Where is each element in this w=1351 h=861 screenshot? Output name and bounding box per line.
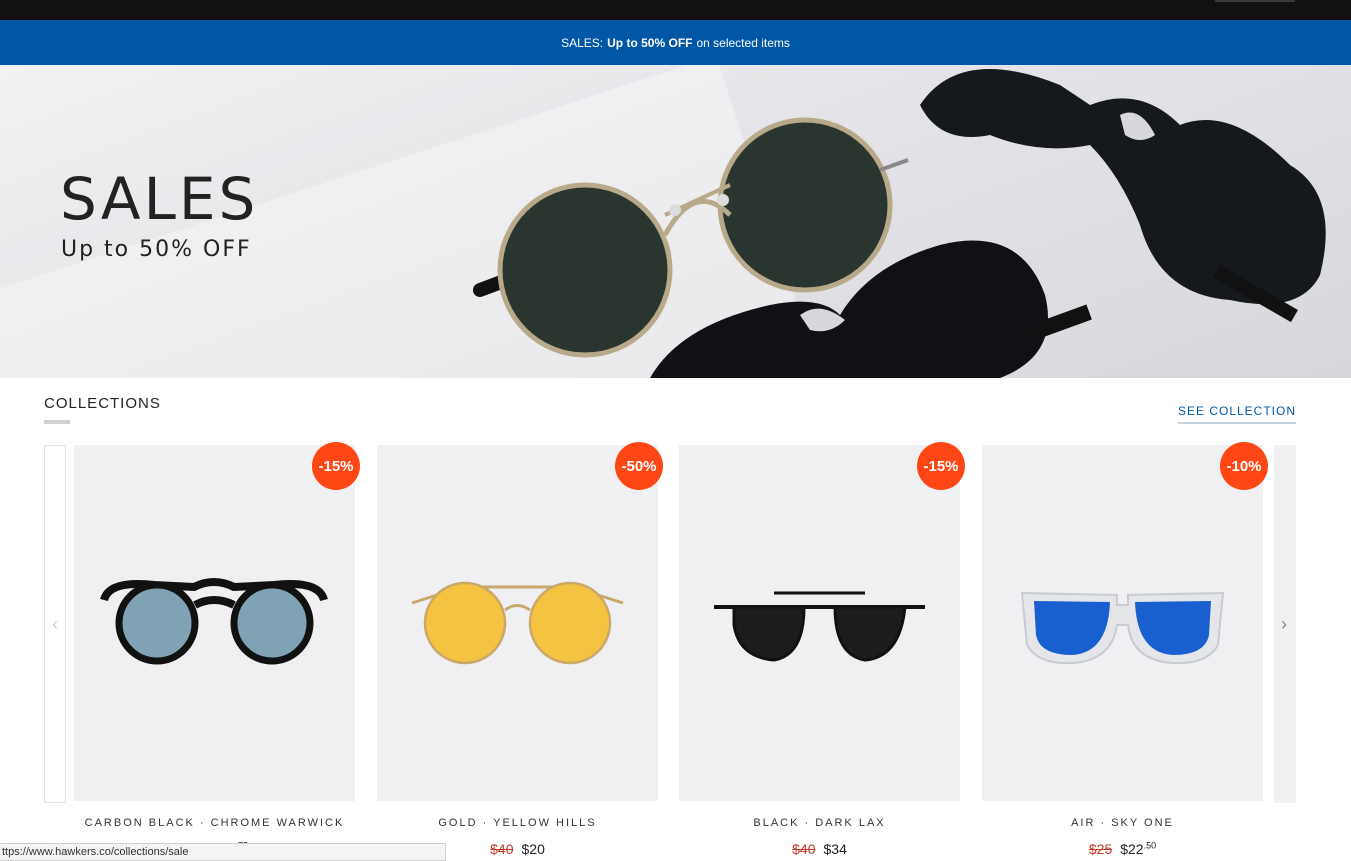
- product-name[interactable]: CARBON BLACK · CHROME WARWICK: [74, 817, 355, 829]
- product-sunglasses-image: [100, 578, 328, 665]
- collections-heading: COLLECTIONS: [44, 395, 161, 412]
- product-sunglasses-image: [411, 581, 624, 665]
- product-sunglasses-image: [714, 591, 925, 662]
- heading-underline: [44, 420, 70, 424]
- sale-price-cents: .50: [1143, 840, 1157, 850]
- hero-banner[interactable]: SALES Up to 50% OFF: [0, 65, 1351, 378]
- hero-subtitle: Up to 50% OFF: [61, 237, 252, 262]
- old-price: $40: [792, 840, 816, 857]
- sale-price: $22.50: [1120, 840, 1157, 857]
- promo-prefix: SALES:: [561, 35, 604, 50]
- promo-suffix: on selected items: [696, 35, 790, 50]
- hero-sunglasses-image: [473, 69, 1326, 378]
- product-sunglasses-image: [1020, 591, 1225, 665]
- chevron-left-icon[interactable]: ‹: [45, 612, 65, 636]
- top-navigation-bar: [0, 0, 1351, 20]
- price-row: $40 $34: [679, 840, 960, 857]
- product-name[interactable]: BLACK · DARK LAX: [679, 817, 960, 829]
- topbar-tab[interactable]: [1215, 0, 1295, 2]
- old-price: $25: [1088, 840, 1113, 857]
- product-card[interactable]: -15%: [679, 442, 965, 801]
- product-name[interactable]: AIR · SKY ONE: [982, 817, 1263, 829]
- status-bar-url: ttps://www.hawkers.co/collections/sale: [0, 843, 446, 861]
- old-price: $40: [490, 840, 514, 857]
- product-name[interactable]: GOLD · YELLOW HILLS: [377, 817, 658, 829]
- discount-badge: -15%: [917, 442, 965, 490]
- discount-badge: -10%: [1220, 442, 1268, 490]
- sale-price: $34: [824, 841, 847, 857]
- sale-price: $20: [522, 841, 545, 857]
- sale-price-amount: $22: [1120, 840, 1144, 857]
- product-card[interactable]: -50%: [377, 442, 663, 801]
- sale-price-amount: $34: [823, 840, 847, 857]
- product-card[interactable]: -15%: [74, 442, 360, 801]
- discount-badge: -50%: [615, 442, 663, 490]
- discount-badge: -15%: [312, 442, 360, 490]
- see-collection-link[interactable]: SEE COLLECTION: [1177, 404, 1296, 424]
- sale-price-amount: $20: [521, 840, 545, 857]
- promo-banner[interactable]: SALES: Up to 50% OFF on selected items: [0, 20, 1351, 65]
- hero-title: SALES: [60, 165, 259, 233]
- promo-highlight: Up to 50% OFF: [607, 35, 693, 50]
- price-row: $25 $22.50: [982, 840, 1263, 857]
- product-card[interactable]: -10%: [982, 442, 1268, 801]
- chevron-right-icon[interactable]: ›: [1274, 612, 1294, 636]
